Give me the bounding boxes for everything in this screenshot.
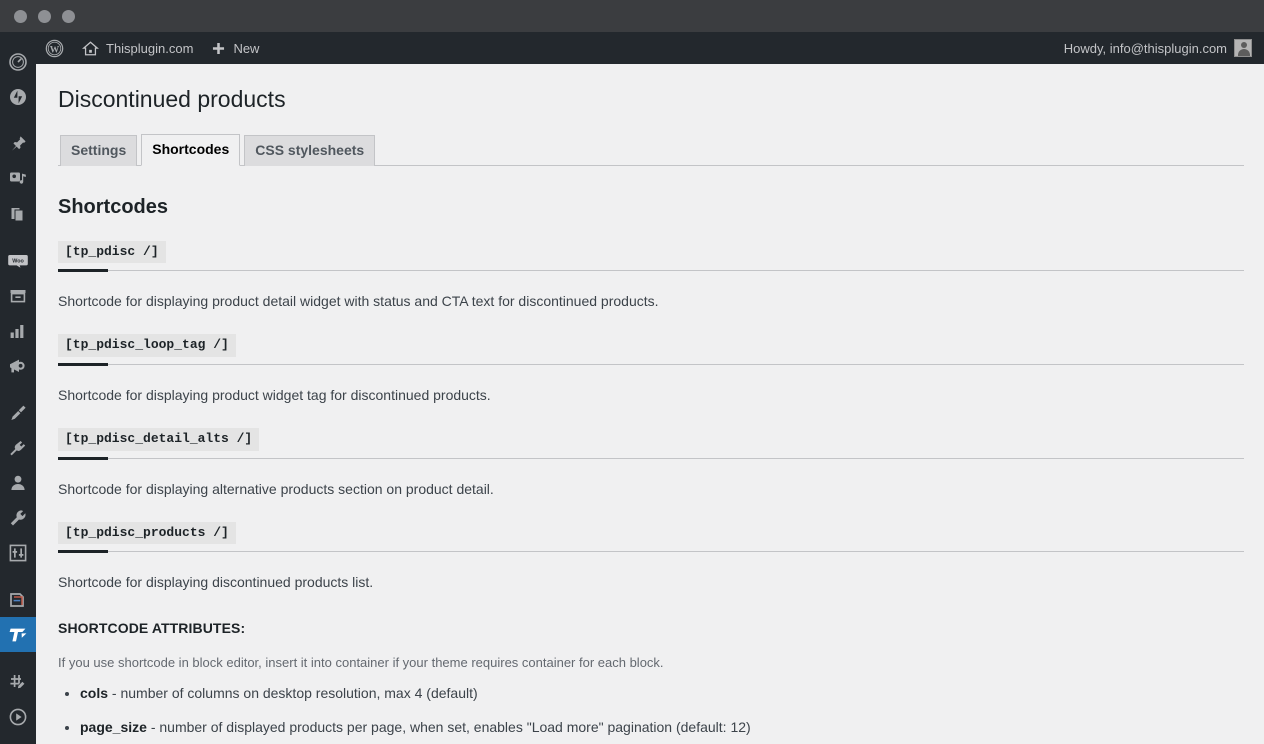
- shortcode-description: Shortcode for displaying discontinued pr…: [58, 574, 374, 591]
- wordpress-logo-icon: W: [45, 39, 64, 57]
- nav-tab-wrapper: Settings Shortcodes CSS stylesheets: [58, 134, 1244, 166]
- jetpack-circle-icon: [10, 88, 26, 105]
- sidebar-item-marketing[interactable]: [0, 348, 36, 383]
- tab-shortcodes[interactable]: Shortcodes: [141, 134, 241, 166]
- admin-bar-left-group: W Thisplugin.com New: [36, 32, 268, 64]
- sidebar-item-posts[interactable]: [0, 126, 36, 161]
- sidebar-item-layers[interactable]: [0, 582, 36, 617]
- shortcode-block: [tp_pdisc /] Shortcode for displaying pr…: [58, 240, 1244, 313]
- dashboard-gauge-icon: [9, 52, 27, 71]
- shortcode-divider: [58, 550, 1244, 554]
- sidebar-item-users[interactable]: [0, 465, 36, 500]
- svg-text:W: W: [50, 45, 60, 55]
- shortcode-description: Shortcode for displaying alternative pro…: [58, 480, 494, 497]
- list-item: cols - number of columns on desktop reso…: [80, 683, 1244, 704]
- shortcode-attributes-note: If you use shortcode in block editor, in…: [58, 655, 664, 671]
- shortcode-block: [tp_pdisc_products /] Shortcode for disp…: [58, 521, 1244, 594]
- pin-posts-icon: [12, 135, 26, 151]
- admin-sidebar: Woo: [0, 32, 36, 744]
- attribute-text: - number of displayed products per page,…: [146, 719, 751, 736]
- media-icon: [10, 172, 26, 184]
- shortcode-code: [tp_pdisc /]: [58, 240, 166, 264]
- howdy-label: Howdy, info@thisplugin.com: [1063, 40, 1227, 56]
- hash-pencil-icon: [10, 674, 26, 689]
- thisplugin-logo-icon: [9, 628, 27, 641]
- plugins-plug-icon: [10, 440, 26, 455]
- tab-css-stylesheets[interactable]: CSS stylesheets: [244, 135, 376, 166]
- site-name-menu-item[interactable]: Thisplugin.com: [73, 32, 202, 64]
- sidebar-item-products[interactable]: [0, 278, 36, 313]
- page-title: Discontinued products: [58, 86, 286, 112]
- list-item: page_size - number of displayed products…: [80, 717, 1244, 738]
- sidebar-item-settings[interactable]: [0, 535, 36, 570]
- users-person-icon: [11, 475, 25, 490]
- play-circle-icon: [9, 708, 27, 725]
- products-box-icon: [10, 289, 26, 302]
- shortcode-code: [tp_pdisc_loop_tag /]: [58, 334, 236, 358]
- shortcode-code: [tp_pdisc_detail_alts /]: [58, 428, 260, 451]
- sidebar-item-plugins[interactable]: [0, 430, 36, 465]
- new-content-menu-item[interactable]: New: [202, 32, 268, 64]
- sidebar-item-thisplugin[interactable]: [0, 617, 36, 652]
- sidebar-item-analytics[interactable]: [0, 313, 36, 348]
- window-close-dot[interactable]: [14, 9, 27, 23]
- sidebar-item-dashboard[interactable]: [0, 44, 36, 79]
- sidebar-item-tools[interactable]: [0, 500, 36, 535]
- marketing-megaphone-icon: [10, 359, 25, 372]
- shortcode-divider: [58, 363, 1244, 367]
- sidebar-item-custom-fields[interactable]: [0, 664, 36, 699]
- tools-wrench-icon: [10, 509, 26, 525]
- sidebar-item-jetpack[interactable]: [0, 79, 36, 114]
- analytics-bars-icon: [10, 324, 24, 338]
- new-label: New: [233, 40, 260, 56]
- sidebar-item-video[interactable]: [0, 699, 36, 734]
- sidebar-item-woocommerce[interactable]: Woo: [0, 243, 36, 278]
- my-account-menu-item[interactable]: Howdy, info@thisplugin.com: [1055, 32, 1256, 64]
- attribute-text: - number of columns on desktop resolutio…: [108, 685, 478, 702]
- attribute-name: cols: [80, 685, 109, 702]
- woocommerce-icon: Woo: [8, 254, 28, 268]
- shortcode-divider: [58, 456, 1244, 460]
- shortcode-description: Shortcode for displaying product widget …: [58, 387, 491, 404]
- shortcode-divider: [58, 269, 1244, 273]
- svg-text:Woo: Woo: [12, 258, 24, 264]
- appearance-brush-icon: [11, 405, 26, 420]
- settings-sliders-icon: [9, 544, 27, 561]
- sidebar-item-pages[interactable]: [0, 196, 36, 231]
- avatar: [1234, 39, 1252, 57]
- main-content-area: Discontinued products Settings Shortcode…: [36, 64, 1264, 744]
- shortcode-attributes-heading: SHORTCODE ATTRIBUTES:: [58, 620, 246, 637]
- window-maximize-dot[interactable]: [62, 9, 75, 23]
- shortcode-block: [tp_pdisc_loop_tag /] Shortcode for disp…: [58, 334, 1244, 406]
- admin-bar-right-group: Howdy, info@thisplugin.com: [1055, 32, 1264, 64]
- window-minimize-dot[interactable]: [38, 9, 51, 23]
- content-inner: Discontinued products Settings Shortcode…: [36, 64, 1264, 744]
- sidebar-item-appearance[interactable]: [0, 395, 36, 430]
- attribute-name: page_size: [80, 719, 147, 736]
- site-name-label: Thisplugin.com: [106, 40, 194, 56]
- shortcode-code: [tp_pdisc_products /]: [58, 521, 236, 545]
- home-icon: [82, 40, 99, 55]
- wp-logo-menu-item[interactable]: W: [36, 32, 73, 64]
- window-titlebar: [0, 0, 1264, 32]
- plus-icon: [213, 42, 225, 54]
- layers-icon: [10, 592, 24, 607]
- section-heading: Shortcodes: [58, 195, 169, 218]
- tab-settings[interactable]: Settings: [60, 135, 138, 166]
- wp-admin-bar: W Thisplugin.com New Howdy, info@thisplu…: [36, 32, 1264, 64]
- shortcode-block: [tp_pdisc_detail_alts /] Shortcode for d…: [58, 428, 1244, 500]
- shortcode-attributes-list: cols - number of columns on desktop reso…: [58, 683, 1244, 744]
- shortcode-description: Shortcode for displaying product detail …: [58, 293, 659, 310]
- sidebar-item-media[interactable]: [0, 161, 36, 196]
- pages-icon: [11, 207, 24, 221]
